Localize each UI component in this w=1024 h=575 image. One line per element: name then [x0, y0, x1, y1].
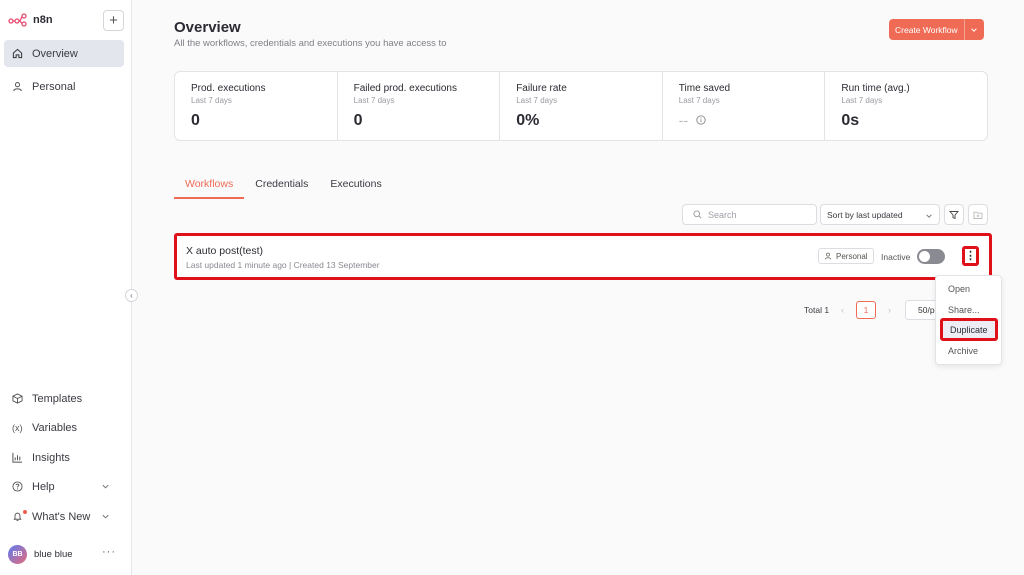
workflow-more-button[interactable]: ⋮: [962, 246, 979, 266]
stat-subtitle: Last 7 days: [841, 96, 883, 105]
status-label: Inactive: [881, 252, 911, 262]
sort-select[interactable]: Sort by last updated: [820, 204, 940, 225]
filter-button[interactable]: [944, 204, 964, 225]
next-page-button[interactable]: ›: [888, 305, 891, 315]
create-workflow-dropdown[interactable]: [963, 19, 984, 40]
stats-panel: Prod. executions Last 7 days 0 Failed pr…: [174, 71, 988, 141]
bell-icon: [13, 512, 22, 521]
app-name: n8n: [33, 14, 53, 26]
tab-executions[interactable]: Executions: [319, 175, 392, 199]
sidebar-item-label: Variables: [32, 421, 78, 434]
tab-credentials[interactable]: Credentials: [244, 175, 319, 199]
sidebar-item-label: Help: [32, 480, 55, 493]
page-subtitle: All the workflows, credentials and execu…: [174, 38, 447, 49]
stat-value: 0%: [516, 112, 540, 129]
create-workflow-button[interactable]: Create Workflow: [889, 19, 984, 40]
search-icon: [693, 210, 702, 219]
chevron-down-icon: [102, 484, 109, 489]
user-icon: [13, 82, 22, 92]
stat-failed-prod-executions[interactable]: Failed prod. executions Last 7 days 0: [338, 72, 501, 140]
help-circle-icon: [12, 481, 23, 492]
sidebar-item-help[interactable]: Help: [4, 473, 124, 500]
user-menu[interactable]: BB blue blue ···: [8, 545, 124, 564]
stat-subtitle: Last 7 days: [678, 96, 720, 105]
stat-title: Failed prod. executions: [353, 83, 457, 94]
sort-value: Sort by last updated: [827, 209, 903, 220]
stat-value-row: --: [679, 112, 809, 128]
pagination: Total 1 ‹ 1 ›: [804, 301, 891, 319]
stat-title: Run time (avg.): [841, 83, 910, 94]
filter-icon: [949, 210, 959, 219]
sidebar-item-label: Insights: [32, 451, 70, 464]
search-box: [682, 204, 817, 225]
page-number[interactable]: 1: [856, 301, 877, 319]
stat-title: Time saved: [678, 83, 731, 94]
stat-time-saved[interactable]: Time saved Last 7 days --: [663, 72, 826, 140]
folder-plus-icon: [973, 211, 983, 219]
create-workflow-label: Create Workflow: [895, 24, 958, 35]
user-name: blue blue: [34, 549, 73, 560]
variable-icon: (x): [12, 422, 23, 433]
user-icon: [824, 252, 832, 260]
menu-item-duplicate[interactable]: Duplicate: [940, 318, 998, 341]
workflow-context-menu: Open Share... Duplicate Archive: [935, 275, 1002, 365]
collapse-sidebar-button[interactable]: ‹: [125, 289, 138, 302]
sidebar: n8n + Overview Personal Templates (x) Va…: [0, 0, 132, 575]
search-input[interactable]: [708, 209, 808, 220]
total-count: Total 1: [804, 305, 830, 315]
sidebar-item-variables[interactable]: (x) Variables: [4, 414, 124, 441]
new-folder-button[interactable]: [968, 204, 988, 225]
stat-value: 0: [191, 112, 200, 129]
menu-item-share[interactable]: Share...: [936, 300, 1003, 320]
tab-workflows[interactable]: Workflows: [174, 175, 245, 199]
stat-failure-rate[interactable]: Failure rate Last 7 days 0%: [500, 72, 663, 140]
avatar: BB: [8, 545, 27, 564]
sidebar-item-templates[interactable]: Templates: [4, 385, 124, 412]
n8n-logo-icon: [8, 13, 27, 27]
sidebar-item-label: Overview: [32, 47, 78, 60]
stat-subtitle: Last 7 days: [191, 96, 232, 105]
sidebar-item-whats-new[interactable]: What's New: [4, 503, 124, 530]
stat-value: 0: [353, 112, 363, 129]
stat-value: 0s: [841, 112, 860, 129]
sidebar-item-label: Personal: [32, 80, 76, 93]
sidebar-item-label: Templates: [32, 392, 83, 405]
workflow-name[interactable]: X auto post(test): [186, 245, 263, 257]
page-title: Overview: [174, 19, 241, 36]
add-button[interactable]: +: [103, 10, 124, 31]
chevron-down-icon: [102, 514, 109, 519]
stat-subtitle: Last 7 days: [516, 96, 558, 105]
stat-value: --: [678, 112, 689, 128]
chevron-down-icon: [971, 27, 977, 32]
sidebar-item-personal[interactable]: Personal: [4, 73, 124, 100]
stat-title: Failure rate: [516, 83, 567, 94]
stat-title: Prod. executions: [191, 83, 266, 94]
bar-chart-icon: [12, 452, 23, 463]
menu-item-open[interactable]: Open: [936, 279, 1003, 299]
notification-dot: [23, 510, 27, 514]
stat-run-time[interactable]: Run time (avg.) Last 7 days 0s: [825, 72, 987, 140]
home-icon: [12, 48, 23, 59]
user-more-button[interactable]: ···: [102, 546, 116, 558]
prev-page-button[interactable]: ‹: [841, 305, 844, 315]
app-logo[interactable]: n8n: [8, 13, 53, 27]
workflow-meta: Last updated 1 minute ago | Created 13 S…: [186, 260, 380, 270]
workflow-row[interactable]: X auto post(test) Last updated 1 minute …: [174, 233, 992, 280]
active-toggle[interactable]: [917, 249, 945, 264]
sidebar-item-overview[interactable]: Overview: [4, 40, 124, 67]
tab-bar: Workflows Credentials Executions: [174, 175, 393, 199]
chevron-down-icon: [926, 214, 932, 218]
menu-item-archive[interactable]: Archive: [936, 341, 1003, 361]
info-icon[interactable]: [696, 115, 706, 125]
sidebar-item-insights[interactable]: Insights: [4, 444, 124, 471]
sidebar-item-label: What's New: [32, 510, 91, 523]
box-icon: [12, 393, 23, 404]
stat-prod-executions[interactable]: Prod. executions Last 7 days 0: [175, 72, 338, 140]
stat-subtitle: Last 7 days: [353, 96, 395, 105]
owner-badge: Personal: [818, 248, 874, 264]
owner-label: Personal: [836, 251, 868, 261]
